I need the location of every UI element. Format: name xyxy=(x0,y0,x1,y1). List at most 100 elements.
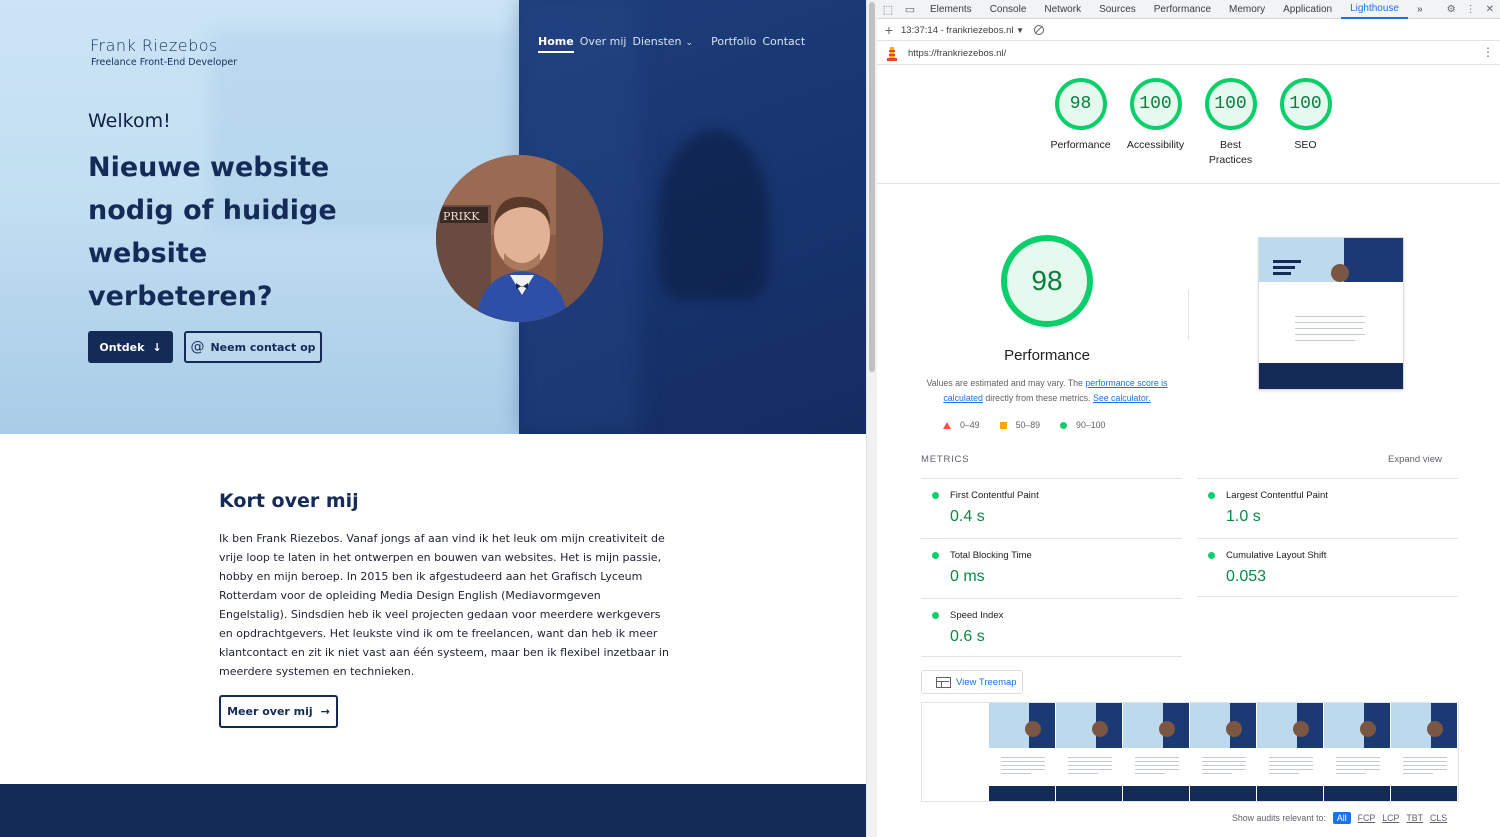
filmstrip-text-line xyxy=(1202,773,1232,774)
filmstrip-mini-av xyxy=(1226,721,1242,737)
footer-band xyxy=(0,784,866,837)
legend-pass-label: 90–100 xyxy=(1076,420,1106,430)
audit-chip-tbt[interactable]: TBT xyxy=(1406,813,1423,823)
gauge-label: SEO xyxy=(1294,139,1317,151)
about-section: Kort over mij Ik ben Frank Riezebos. Van… xyxy=(219,490,669,681)
filmstrip-frame xyxy=(922,703,989,801)
close-icon[interactable]: ✕ xyxy=(1486,0,1494,19)
tab-elements[interactable]: Elements xyxy=(921,0,981,19)
filmstrip-text-line xyxy=(1269,773,1299,774)
filmstrip-frame xyxy=(1391,703,1458,801)
inspect-element-icon[interactable]: ⬚ xyxy=(877,3,899,16)
metric-name: Largest Contentful Paint xyxy=(1226,490,1328,501)
ontdek-label: Ontdek xyxy=(99,340,145,354)
filmstrip-text-line xyxy=(1403,757,1447,758)
see-calculator-link[interactable]: See calculator. xyxy=(1093,393,1151,403)
nav-contact[interactable]: Contact xyxy=(762,35,805,53)
score-performance[interactable]: 98 Performance xyxy=(1043,78,1118,168)
tab-network[interactable]: Network xyxy=(1035,0,1090,19)
pass-dot-icon xyxy=(932,612,939,619)
more-options-icon[interactable]: ⋮ xyxy=(1466,0,1476,19)
filmstrip-mini-foot xyxy=(1324,786,1390,801)
filmstrip-text-line xyxy=(1269,765,1313,766)
filmstrip-text-line xyxy=(1269,761,1313,762)
audit-chip-all[interactable]: All xyxy=(1332,812,1351,824)
filmstrip-frame xyxy=(1190,703,1257,801)
report-select[interactable]: 13:37:14 - frankriezebos.nl ▼ xyxy=(901,25,1024,36)
more-tabs-icon[interactable]: » xyxy=(1408,0,1432,19)
thumb-text-line xyxy=(1295,316,1365,317)
view-treemap-button[interactable]: View Treemap xyxy=(921,670,1023,694)
filmstrip-mini-av xyxy=(1159,721,1175,737)
meer-over-mij-button[interactable]: Meer over mij → xyxy=(219,695,338,728)
circle-icon xyxy=(1060,421,1068,429)
filmstrip-text-line xyxy=(1336,761,1380,762)
clear-reports-icon[interactable] xyxy=(1034,25,1045,35)
thumb-text-line xyxy=(1295,334,1365,335)
tab-sources[interactable]: Sources xyxy=(1090,0,1145,19)
about-title: Kort over mij xyxy=(219,490,359,512)
avatar: PRIKK xyxy=(436,155,603,322)
tab-memory[interactable]: Memory xyxy=(1220,0,1274,19)
note-text-1: Values are estimated and may vary. The xyxy=(926,378,1086,388)
logo-name[interactable]: Frank Riezebos xyxy=(90,36,218,55)
tab-performance[interactable]: Performance xyxy=(1145,0,1220,19)
filmstrip-mini-av xyxy=(1025,721,1041,737)
thumb-headline xyxy=(1273,272,1291,275)
audit-chip-lcp[interactable]: LCP xyxy=(1382,813,1399,823)
metric-value: 0.053 xyxy=(1226,568,1267,585)
thumb-avatar xyxy=(1331,264,1349,282)
settings-gear-icon[interactable]: ⚙ xyxy=(1447,0,1456,19)
report-menu-icon[interactable]: ⋮ xyxy=(1482,45,1494,59)
filmstrip-text-line xyxy=(1202,769,1246,770)
audit-chip-fcp[interactable]: FCP xyxy=(1358,813,1376,823)
report-url[interactable]: https://frankriezebos.nl/ xyxy=(908,48,1006,59)
filmstrip xyxy=(921,702,1459,802)
score-best-practices[interactable]: 100 Best Practices xyxy=(1193,78,1268,168)
filmstrip-text-line xyxy=(1001,757,1045,758)
tab-lighthouse[interactable]: Lighthouse xyxy=(1341,0,1408,19)
performance-gauge: 98 xyxy=(1001,235,1093,327)
filmstrip-text-line xyxy=(1336,757,1380,758)
hero-headline: Nieuwe website nodig of huidige website … xyxy=(88,152,337,312)
filmstrip-text-line xyxy=(1135,773,1165,774)
score-accessibility[interactable]: 100 Accessibility xyxy=(1118,78,1193,168)
score-seo[interactable]: 100 SEO xyxy=(1268,78,1343,168)
contact-button[interactable]: @ Neem contact op xyxy=(184,331,322,363)
metric-name: First Contentful Paint xyxy=(950,490,1039,501)
scrollbar-thumb[interactable] xyxy=(869,2,875,372)
expand-view-link[interactable]: Expand view xyxy=(1388,454,1442,465)
filmstrip-text-line xyxy=(1001,769,1045,770)
divider xyxy=(1197,596,1458,597)
devtools-actions: ⚙ ⋮ ✕ xyxy=(1447,0,1494,19)
metric-tbt: Total Blocking Time 0 ms xyxy=(921,538,1182,598)
new-report-icon[interactable]: + xyxy=(877,22,901,38)
device-toolbar-icon[interactable]: ▭ xyxy=(899,3,921,16)
website-scrollbar[interactable] xyxy=(866,0,877,837)
thumb-footer xyxy=(1259,363,1403,389)
nav-portfolio[interactable]: Portfolio xyxy=(711,35,756,53)
nav-over-mij[interactable]: Over mij xyxy=(580,35,627,53)
legend-pass: 90–100 xyxy=(1060,420,1105,430)
filmstrip-text-line xyxy=(1068,761,1112,762)
metric-name: Speed Index xyxy=(950,610,1004,621)
tab-console[interactable]: Console xyxy=(981,0,1036,19)
gauge-ring: 100 xyxy=(1279,78,1332,130)
legend-fail: 0–49 xyxy=(943,420,980,430)
audit-chip-cls[interactable]: CLS xyxy=(1430,813,1447,823)
nav-home[interactable]: Home xyxy=(538,35,574,53)
final-screenshot-thumbnail[interactable] xyxy=(1258,237,1404,390)
triangle-icon xyxy=(943,421,951,429)
metric-cls: Cumulative Layout Shift 0.053 xyxy=(1197,538,1458,598)
square-icon xyxy=(999,421,1007,429)
filmstrip-mini-foot xyxy=(1190,786,1256,801)
filmstrip-mini-foot xyxy=(1391,786,1457,801)
filmstrip-text-line xyxy=(1403,765,1447,766)
gauge-ring: 100 xyxy=(1204,78,1257,130)
report-select-value: 13:37:14 - frankriezebos.nl xyxy=(901,24,1014,36)
tab-application[interactable]: Application xyxy=(1274,0,1341,19)
nav-diensten[interactable]: Diensten ⌄ xyxy=(632,35,705,53)
filmstrip-text-line xyxy=(1403,773,1433,774)
filmstrip-mini-foot xyxy=(1123,786,1189,801)
ontdek-button[interactable]: Ontdek ↓ xyxy=(88,331,173,363)
